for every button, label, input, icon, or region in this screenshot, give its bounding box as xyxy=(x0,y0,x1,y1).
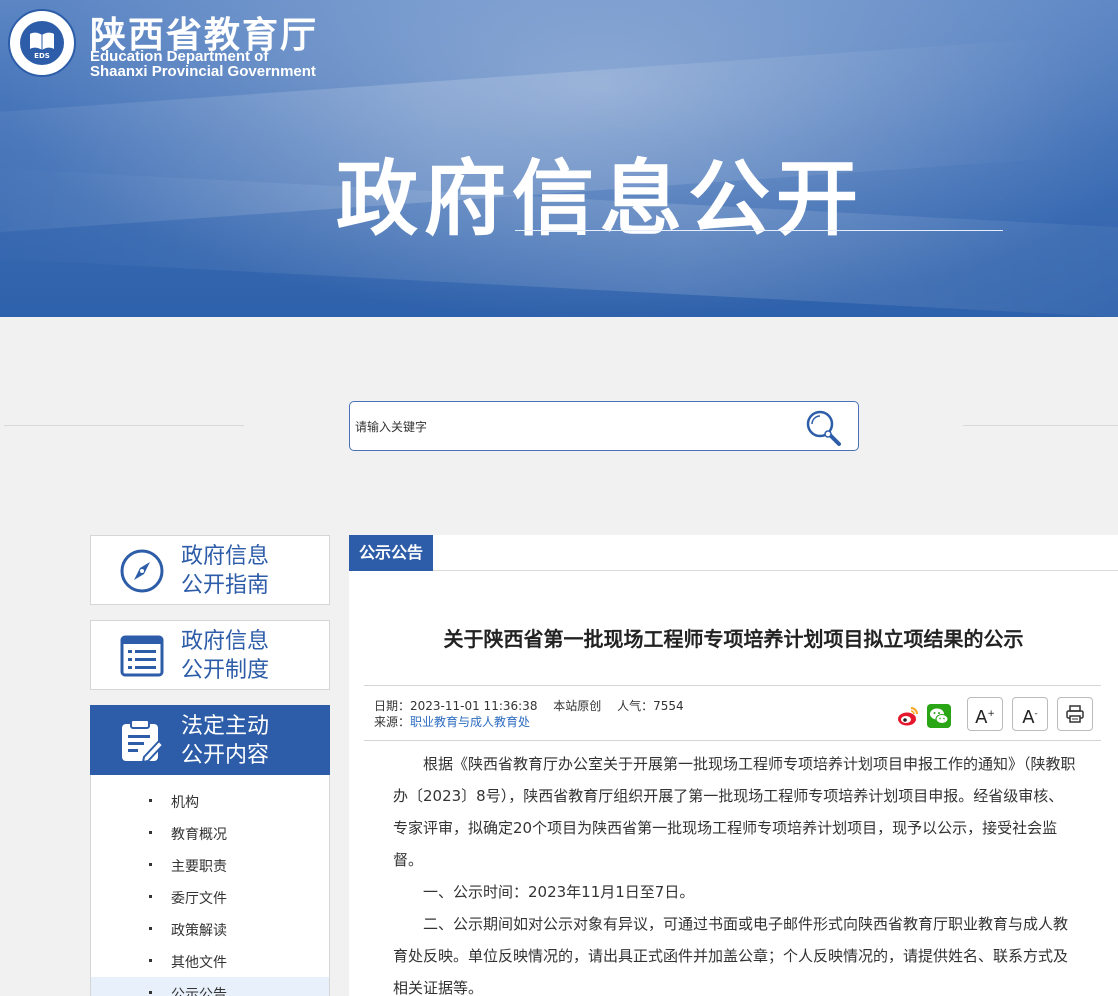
sidebar-item-institution[interactable]: 机构 xyxy=(91,785,329,817)
font-smaller-button[interactable]: A- xyxy=(1012,697,1048,731)
sidebar-item-main-duties[interactable]: 主要职责 xyxy=(91,849,329,881)
search-divider xyxy=(4,425,244,426)
meta-source-label: 来源： xyxy=(374,715,411,729)
sidebar-item-education-overview[interactable]: 教育概况 xyxy=(91,817,329,849)
bullet xyxy=(149,799,152,802)
meta-row: 来源：职业教育与成人教育处 xyxy=(374,713,530,730)
sidebar-card-label: 法定主动 公开内容 xyxy=(181,714,270,768)
site-name-en: Shaanxi Provincial Government xyxy=(90,63,316,80)
printer-icon xyxy=(1066,705,1084,723)
logo-text: EDS xyxy=(34,52,50,60)
print-button[interactable] xyxy=(1057,697,1093,731)
sidebar-card-disclosure-system[interactable]: 政府信息 公开制度 xyxy=(90,620,330,690)
compass-icon xyxy=(120,549,164,593)
sidebar-card-label: 政府信息 公开指南 xyxy=(181,544,270,598)
tab-announcements[interactable]: 公示公告 xyxy=(349,535,434,571)
article-body: 根据《陕西省教育厅办公室关于开展第一批现场工程师专项培养计划项目申报工作的通知》… xyxy=(393,748,1077,996)
wechat-share-icon[interactable] xyxy=(927,704,951,728)
sidebar-item-policy-interpretation[interactable]: 政策解读 xyxy=(91,913,329,945)
sidebar-item-other-documents[interactable]: 其他文件 xyxy=(91,945,329,977)
banner-title: 政府信息公开 xyxy=(336,152,865,247)
sidebar-sub-list: 机构 教育概况 主要职责 委厅文件 政策解读 其他文件 公示公告 xyxy=(90,775,330,996)
bullet xyxy=(149,831,152,834)
weibo-share-icon[interactable] xyxy=(896,704,920,728)
list-document-icon xyxy=(120,635,164,677)
header-banner: EDS 陕西省教育厅 Education Department of Shaan… xyxy=(0,0,1118,317)
bullet xyxy=(149,895,152,898)
section-tab-bar: 公示公告 xyxy=(349,535,1118,571)
banner-underline xyxy=(515,230,1003,231)
article-meta: 日期：2023-11-01 11:36:38 本站原创 人气：7554 来源：职… xyxy=(364,685,1101,741)
book-icon xyxy=(30,32,54,50)
sidebar-card-label: 政府信息 公开制度 xyxy=(181,629,270,683)
article-title: 关于陕西省第一批现场工程师专项培养计划项目拟立项结果的公示 xyxy=(443,627,1024,651)
meta-row: 日期：2023-11-01 11:36:38 本站原创 人气：7554 xyxy=(374,697,696,714)
meta-date: 日期：2023-11-01 11:36:38 xyxy=(374,699,538,713)
bullet xyxy=(149,927,152,930)
bullet xyxy=(149,991,152,994)
search-icon[interactable] xyxy=(802,407,844,447)
sidebar-item-announcements[interactable]: 公示公告 xyxy=(91,977,329,996)
main-panel: 公示公告 关于陕西省第一批现场工程师专项培养计划项目拟立项结果的公示 日期：20… xyxy=(349,535,1118,996)
search-divider xyxy=(963,425,1118,426)
article-paragraph: 根据《陕西省教育厅办公室关于开展第一批现场工程师专项培养计划项目申报工作的通知》… xyxy=(393,755,1076,869)
meta-source-link[interactable]: 职业教育与成人教育处 xyxy=(410,715,530,729)
bullet xyxy=(149,959,152,962)
bullet xyxy=(149,863,152,866)
sidebar-card-disclosure-guide[interactable]: 政府信息 公开指南 xyxy=(90,535,330,605)
search-input[interactable] xyxy=(355,416,775,438)
clipboard-edit-icon xyxy=(122,719,165,763)
meta-origin: 本站原创 xyxy=(553,699,602,713)
article-paragraph: 一、公示时间：2023年11月1日至7日。 xyxy=(423,883,695,901)
search-box xyxy=(349,401,859,451)
sidebar-card-statutory-content[interactable]: 法定主动 公开内容 xyxy=(90,705,330,775)
site-logo[interactable]: EDS xyxy=(8,9,76,77)
article-paragraph: 二、公示期间如对公示对象有异议，可通过书面或电子邮件形式向陕西省教育厅职业教育与… xyxy=(393,915,1069,996)
meta-views: 人气：7554 xyxy=(617,699,684,713)
sidebar-item-department-documents[interactable]: 委厅文件 xyxy=(91,881,329,913)
font-larger-button[interactable]: A+ xyxy=(967,697,1003,731)
